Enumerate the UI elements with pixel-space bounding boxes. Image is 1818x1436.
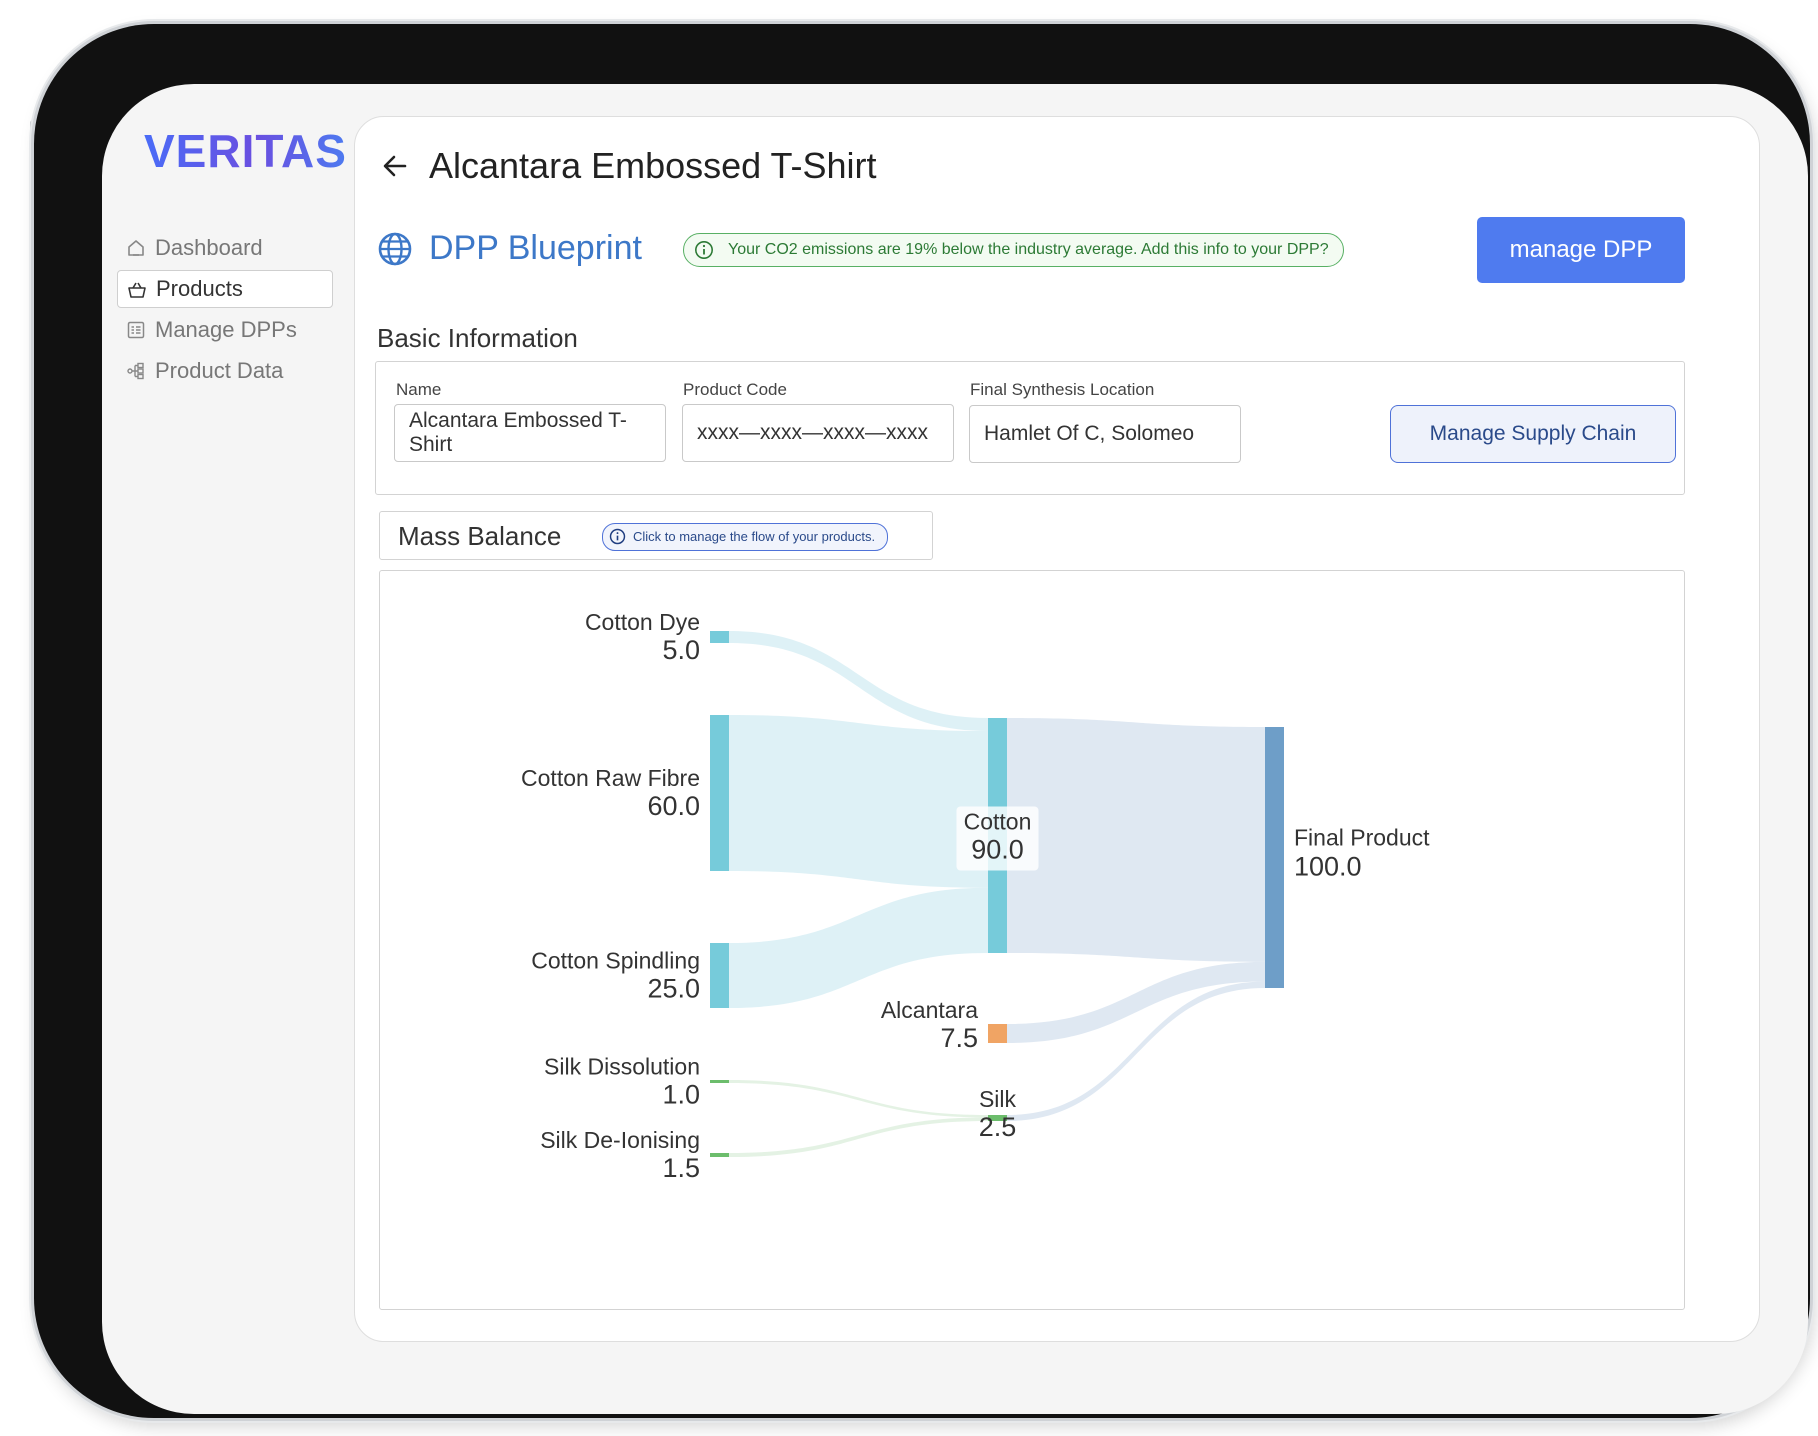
sankey-node-silk_dissolution[interactable] bbox=[710, 1080, 729, 1083]
home-icon bbox=[128, 240, 144, 256]
sankey-node-cotton_dye[interactable] bbox=[710, 631, 729, 643]
title-row: Alcantara Embossed T-Shirt bbox=[381, 145, 877, 187]
sankey-link-alcantara-to-final[interactable] bbox=[1007, 961, 1265, 1043]
sankey-value-label-alcantara: 7.5 bbox=[940, 1023, 978, 1053]
sidebar-item-manage-dpps[interactable]: Manage DPPs bbox=[117, 311, 333, 349]
sankey-link-cotton-to-final[interactable] bbox=[1007, 718, 1265, 962]
main-panel: Alcantara Embossed T-Shirt DPP Blueprint… bbox=[354, 116, 1760, 1342]
sankey-node-silk_deionising[interactable] bbox=[710, 1153, 729, 1157]
sidebar-item-label: Manage DPPs bbox=[155, 317, 297, 342]
document-list-icon bbox=[127, 321, 145, 339]
sankey-value-label-cotton_dye: 5.0 bbox=[662, 635, 700, 665]
sankey-node-cotton_raw[interactable] bbox=[710, 715, 729, 871]
sankey-node-cotton_spindling[interactable] bbox=[710, 943, 729, 1008]
sankey-value-label-cotton: 90.0 bbox=[971, 835, 1024, 865]
sidebar-item-label: Products bbox=[156, 276, 243, 301]
sankey-link-silk_deionising-to-silk[interactable] bbox=[729, 1117, 988, 1157]
sankey-svg: Cotton Dye5.0 Cotton Raw Fibre60.0 Cotton … bbox=[521, 609, 1430, 1183]
product-code-label: Product Code bbox=[683, 380, 787, 399]
location-field[interactable]: Hamlet Of C, Solomeo bbox=[969, 405, 1241, 463]
sankey-value-label-silk_deionising: 1.5 bbox=[662, 1153, 700, 1183]
sankey-name-label-final: Final Product bbox=[1294, 825, 1430, 851]
mass-balance-info-badge[interactable]: Click to manage the flow of your product… bbox=[602, 523, 889, 551]
back-arrow-icon[interactable] bbox=[381, 152, 409, 180]
sidebar-item-label: Product Data bbox=[155, 358, 284, 383]
sankey-name-label-cotton_dye: Cotton Dye bbox=[585, 609, 700, 635]
dpp-blueprint-title: DPP Blueprint bbox=[429, 229, 642, 267]
manage-supply-chain-button[interactable]: Manage Supply Chain bbox=[1390, 405, 1676, 463]
globe-icon bbox=[378, 232, 412, 265]
mass-balance-info-text: Click to manage the flow of your product… bbox=[633, 529, 876, 544]
sankey-node-alcantara[interactable] bbox=[988, 1024, 1007, 1043]
app-logo: VERITAS bbox=[144, 125, 347, 177]
dpp-heading-row: DPP Blueprint bbox=[377, 229, 642, 268]
info-icon bbox=[695, 241, 713, 259]
manage-dpp-button[interactable]: manage DPP bbox=[1477, 217, 1685, 283]
sankey-node-final[interactable] bbox=[1265, 727, 1284, 988]
sidebar: Dashboard Products Manage DPPs Product D… bbox=[117, 229, 333, 393]
sankey-name-label-silk_deionising: Silk De-Ionising bbox=[540, 1127, 700, 1153]
hierarchy-icon bbox=[127, 362, 144, 380]
sidebar-item-dashboard[interactable]: Dashboard bbox=[117, 229, 333, 267]
sankey-value-label-silk: 2.5 bbox=[979, 1112, 1017, 1142]
sankey-name-label-silk: Silk bbox=[979, 1086, 1017, 1112]
sankey-name-label-silk_dissolution: Silk Dissolution bbox=[544, 1054, 700, 1080]
sankey-value-label-cotton_raw: 60.0 bbox=[647, 791, 700, 821]
sankey-link-cotton_raw-to-cotton[interactable] bbox=[729, 715, 988, 888]
location-label: Final Synthesis Location bbox=[970, 380, 1155, 399]
app-screen: VERITAS Dashboard Products Manage DPPs P… bbox=[102, 84, 1808, 1414]
basket-icon bbox=[128, 282, 146, 298]
name-field[interactable]: Alcantara Embossed T-Shirt bbox=[394, 404, 666, 462]
co2-notice-text: Your CO2 emissions are 19% below the ind… bbox=[728, 241, 1329, 258]
page-title: Alcantara Embossed T-Shirt bbox=[429, 145, 877, 186]
sankey-value-label-silk_dissolution: 1.0 bbox=[662, 1080, 700, 1110]
mass-balance-tab[interactable]: Mass Balance Click to manage the flow of… bbox=[379, 511, 933, 560]
sidebar-item-label: Dashboard bbox=[155, 235, 263, 260]
sankey-name-label-alcantara: Alcantara bbox=[881, 997, 978, 1023]
sankey-link-cotton_spindling-to-cotton[interactable] bbox=[729, 887, 988, 1008]
sidebar-item-products[interactable]: Products bbox=[117, 270, 333, 308]
sankey-name-label-cotton: Cotton bbox=[964, 809, 1032, 835]
sankey-value-label-final: 100.0 bbox=[1294, 852, 1362, 882]
mass-balance-chart: Cotton Dye 5.0 Cotton Raw Fibre 60.0 Cotton … bbox=[379, 570, 1685, 1310]
name-label: Name bbox=[396, 380, 442, 399]
info-icon bbox=[609, 528, 626, 545]
sidebar-item-product-data[interactable]: Product Data bbox=[117, 352, 333, 390]
basic-information-form: Name Alcantara Embossed T-Shirt Product … bbox=[375, 361, 1685, 495]
sankey-name-label-cotton_raw: Cotton Raw Fibre bbox=[521, 765, 700, 791]
sankey-link-silk_dissolution-to-silk[interactable] bbox=[729, 1080, 988, 1118]
tablet-frame: VERITAS Dashboard Products Manage DPPs P… bbox=[34, 24, 1810, 1418]
sankey-value-label-cotton_spindling: 25.0 bbox=[647, 974, 700, 1004]
sankey-name-label-cotton_spindling: Cotton Spindling bbox=[531, 948, 700, 974]
product-code-field[interactable]: xxxx—xxxx—xxxx—xxxx bbox=[682, 404, 954, 462]
co2-notice-badge[interactable]: Your CO2 emissions are 19% below the ind… bbox=[683, 233, 1344, 267]
mass-balance-title: Mass Balance bbox=[398, 521, 562, 551]
basic-information-heading: Basic Information bbox=[377, 323, 578, 353]
